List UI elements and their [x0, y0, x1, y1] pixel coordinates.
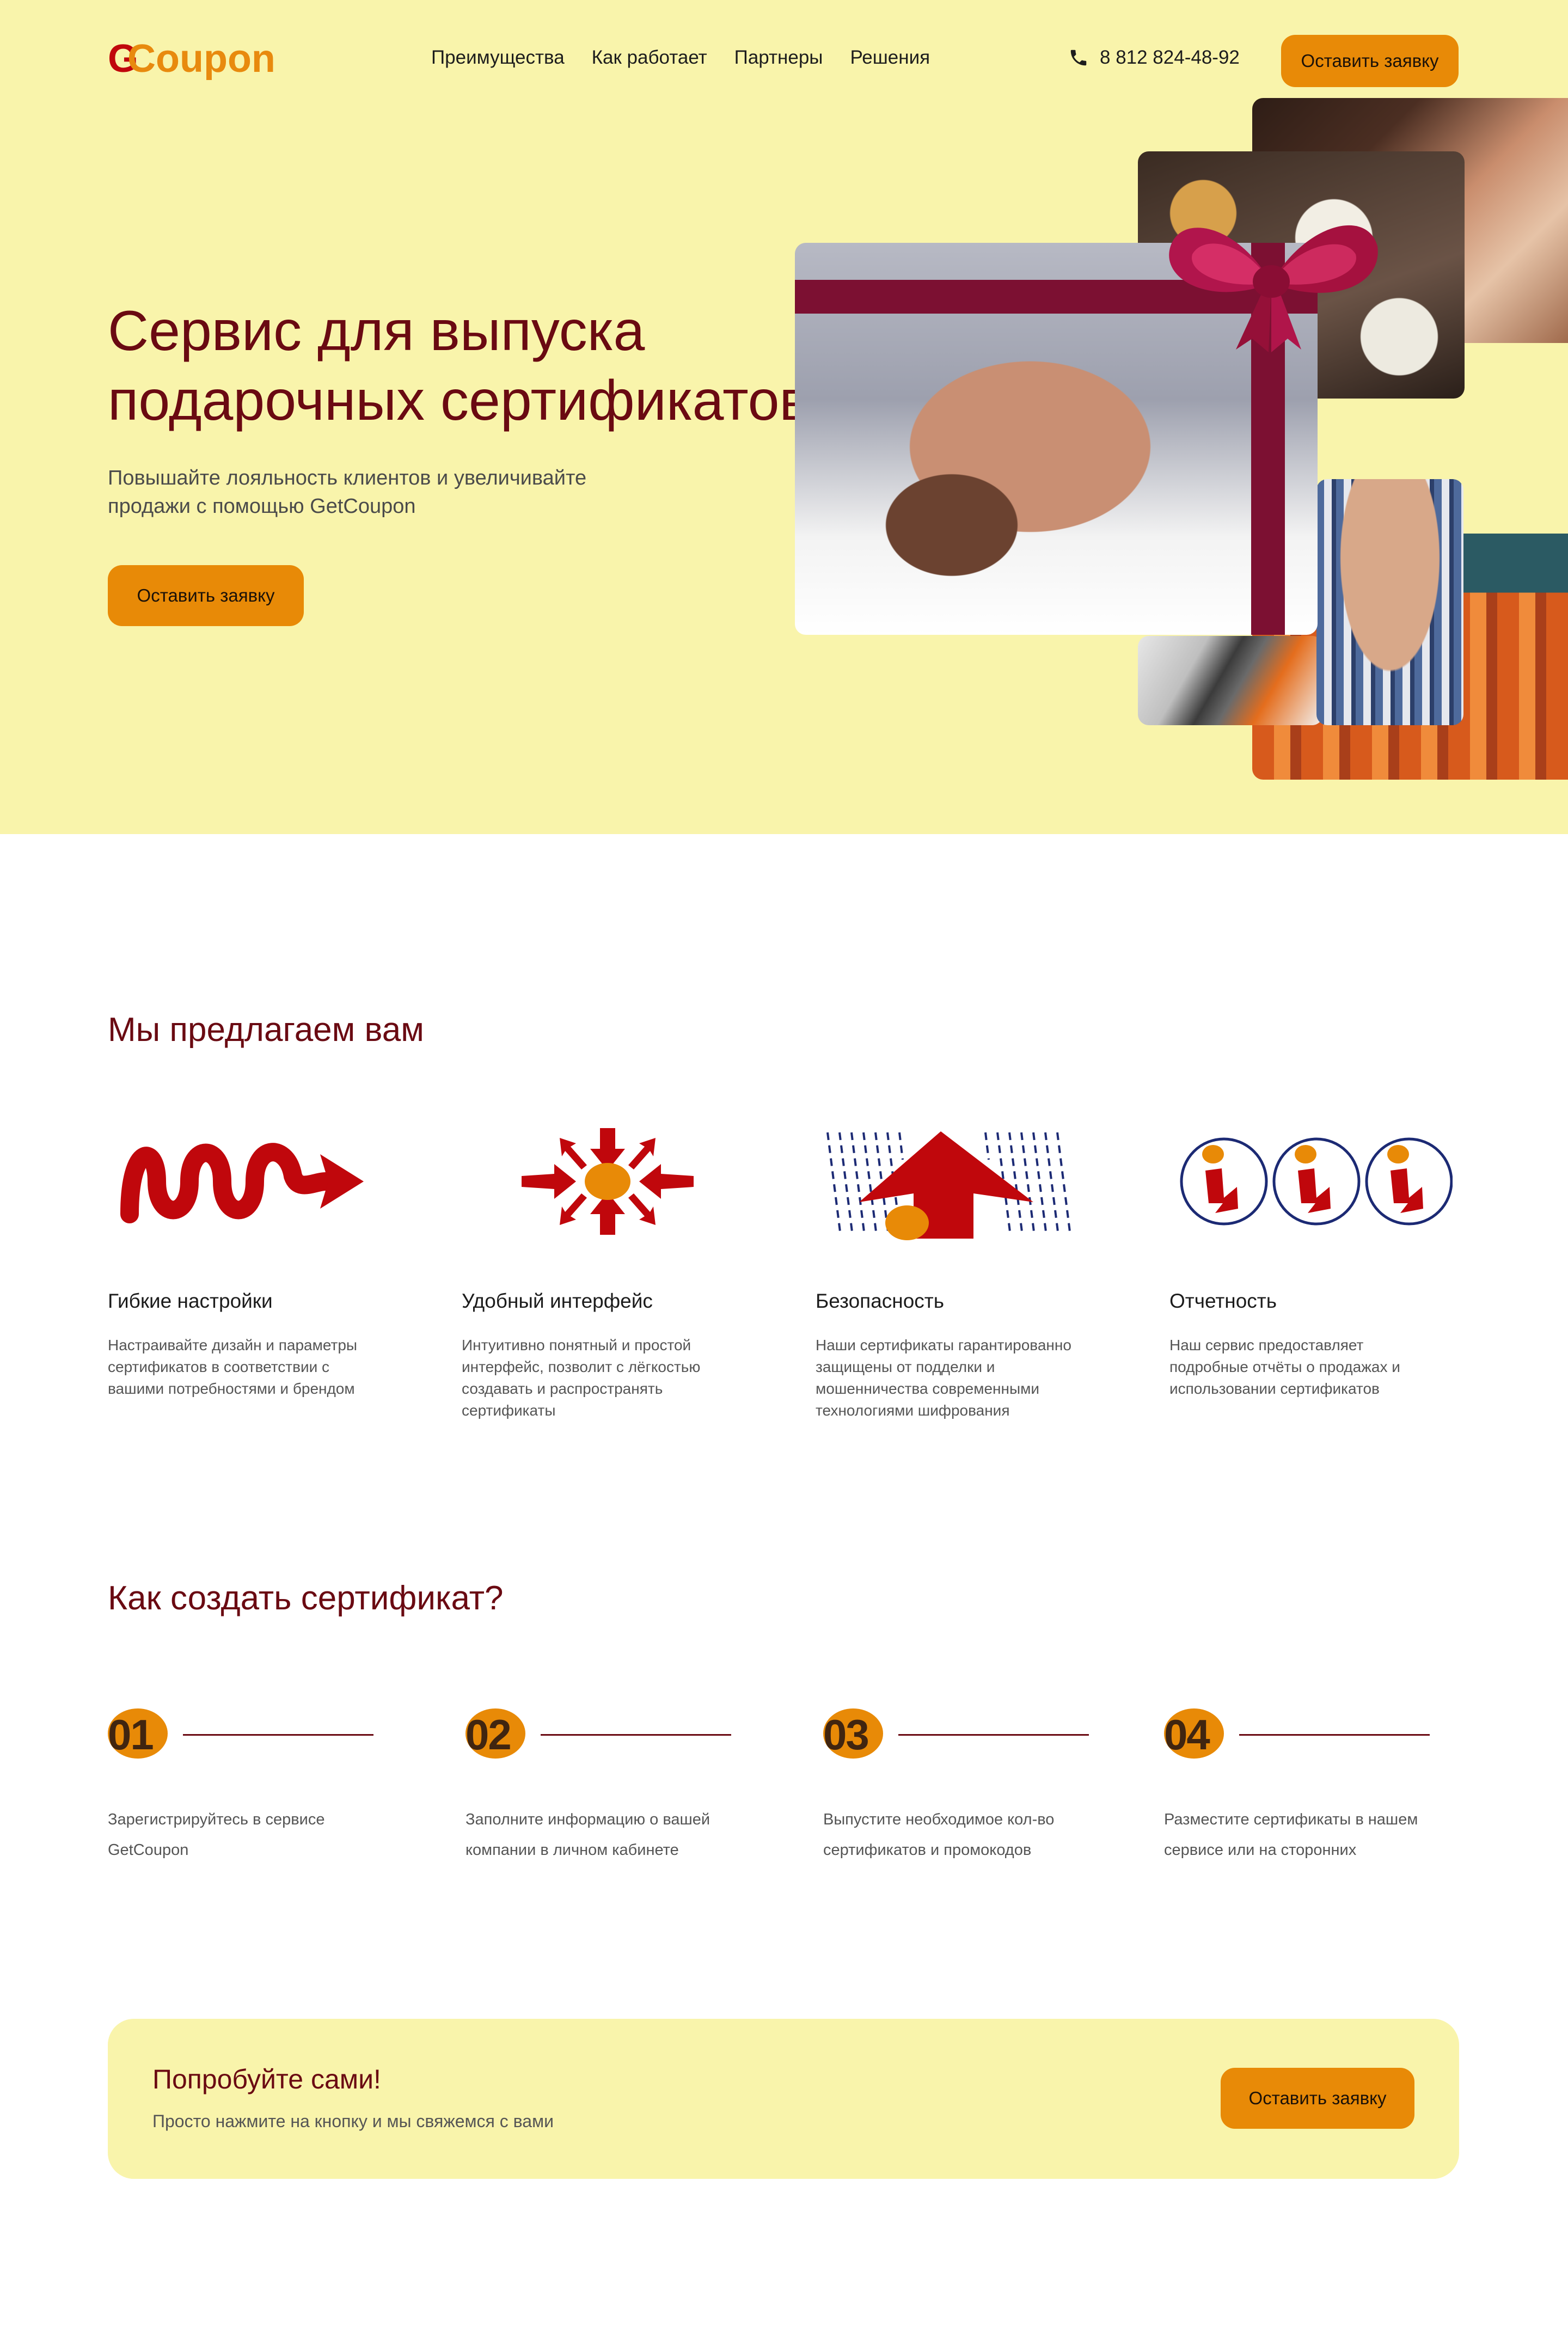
step-number: 03: [823, 1708, 883, 1761]
converging-arrows-icon: [522, 1128, 694, 1235]
hero-subtitle-line-2: продажи с помощью GetCoupon: [108, 495, 416, 518]
feature-description: Настраивайте дизайн и параметры сертифик…: [108, 1337, 358, 1397]
feature-name: Гибкие настройки: [108, 1290, 273, 1312]
steps-title: Как создать сертификат?: [108, 1579, 504, 1617]
header-request-button[interactable]: Оставить заявку: [1281, 35, 1459, 87]
gift-bow-icon: [1169, 225, 1378, 352]
nav-item-partners[interactable]: Партнеры: [734, 47, 823, 69]
cta-banner: Попробуйте сами! Просто нажмите на кнопк…: [108, 2019, 1459, 2179]
shield-arrow-icon: [826, 1131, 1071, 1240]
hero-subtitle-line-1: Повышайте лояльность клиентов и увеличив…: [108, 467, 587, 489]
feature-flexible: Гибкие настройки Настраивайте дизайн и п…: [108, 1122, 391, 1400]
hero-title: Сервис для выпуска подарочных сертификат…: [108, 296, 903, 436]
phone-icon: [1070, 50, 1087, 66]
offer-title: Мы предлагаем вам: [108, 1011, 424, 1049]
cta-subtitle: Просто нажмите на кнопку и мы свяжемся с…: [152, 2111, 554, 2131]
step-2: 02 Заполните информацию о вашей компании…: [465, 1708, 738, 1865]
feature-description: Наш сервис предоставляет подробные отчёт…: [1169, 1337, 1400, 1397]
hero-subtitle: Повышайте лояльность клиентов и увеличив…: [108, 464, 652, 520]
feature-description: Интуитивно понятный и простой интерфейс,…: [462, 1337, 701, 1419]
step-3: 03 Выпустите необходимое кол-во сертифик…: [823, 1708, 1095, 1865]
step-divider: [898, 1734, 1089, 1736]
step-text: Выпустите необходимое кол-во сертификато…: [823, 1811, 1055, 1859]
feature-name: Удобный интерфейс: [462, 1290, 653, 1312]
cta-title: Попробуйте сами!: [152, 2064, 381, 2094]
step-4: 04 Разместите сертификаты в нашем сервис…: [1164, 1708, 1436, 1865]
step-text: Разместите сертификаты в нашем сервисе и…: [1164, 1811, 1418, 1859]
tools-photo: [1138, 636, 1323, 725]
wave-arrow-icon: [120, 1143, 364, 1223]
step-text: Заполните информацию о вашей компании в …: [465, 1811, 710, 1859]
cta-request-button[interactable]: Оставить заявку: [1221, 2068, 1414, 2129]
nav-item-how-it-works[interactable]: Как работает: [592, 47, 707, 69]
feature-name: Безопасность: [816, 1290, 945, 1312]
feature-interface: Удобный интерфейс Интуитивно понятный и …: [462, 1122, 745, 1422]
main-nav: Преимущества Как работает Партнеры Решен…: [431, 47, 930, 69]
step-divider: [541, 1734, 731, 1736]
step-divider: [1239, 1734, 1430, 1736]
feature-security: Безопасность Наши сертификаты гарантиров…: [816, 1122, 1099, 1422]
logo-text: Coupon: [127, 37, 275, 81]
step-divider: [183, 1734, 373, 1736]
feature-description: Наши сертификаты гарантированно защищены…: [816, 1337, 1071, 1419]
step-1: 01 Зарегистрируйтесь в сервисе GetCoupon: [108, 1708, 380, 1865]
step-number: 02: [465, 1708, 525, 1761]
nav-item-advantages[interactable]: Преимущества: [431, 47, 565, 69]
step-text: Зарегистрируйтесь в сервисе GetCoupon: [108, 1811, 325, 1859]
phone-number: 8 812 824-48-92: [1100, 47, 1240, 68]
phone-link[interactable]: 8 812 824-48-92: [1068, 47, 1240, 69]
logo[interactable]: G Coupon: [108, 37, 275, 81]
nav-item-solutions[interactable]: Решения: [850, 47, 930, 69]
hero-title-line-1: Сервис для выпуска: [108, 299, 645, 363]
man-photo: [1316, 479, 1463, 725]
step-number: 01: [108, 1708, 168, 1761]
report-circles-icon: [1180, 1137, 1453, 1226]
step-number: 04: [1164, 1708, 1224, 1761]
hero-request-button[interactable]: Оставить заявку: [108, 565, 304, 626]
hero-title-line-2: подарочных сертификатов: [108, 369, 810, 432]
hero-section: G Coupon Преимущества Как работает Партн…: [0, 0, 1568, 834]
feature-name: Отчетность: [1169, 1290, 1277, 1312]
feature-reports: Отчетность Наш сервис предоставляет подр…: [1169, 1122, 1453, 1400]
